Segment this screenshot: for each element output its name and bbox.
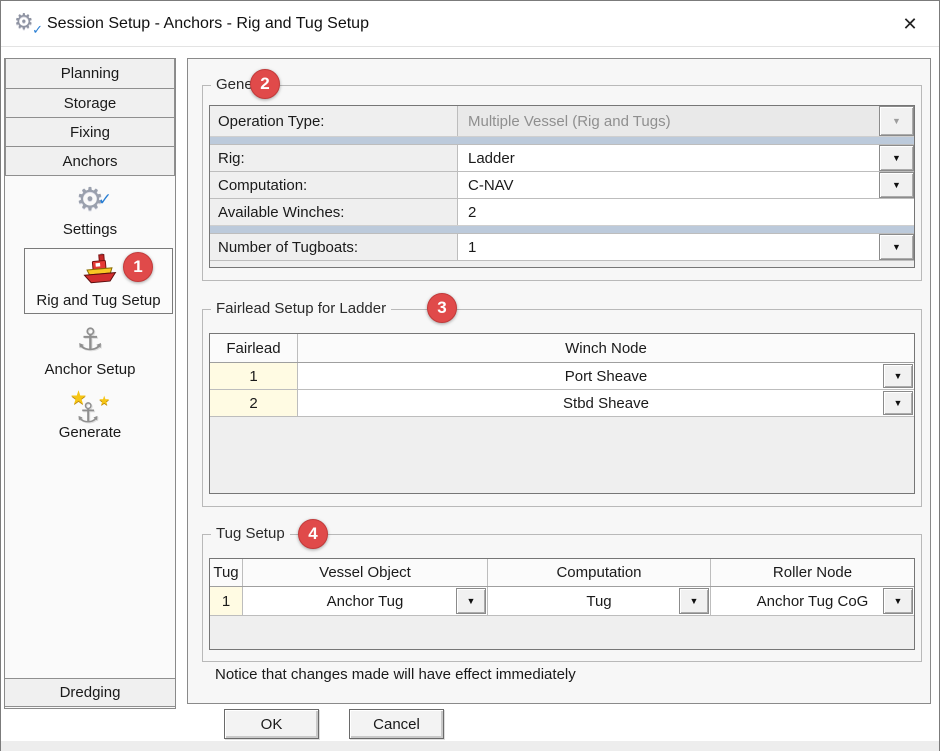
dialog-window: ⚙ ✓ Session Setup - Anchors - Rig and Tu… xyxy=(0,0,940,751)
ok-button[interactable]: OK xyxy=(224,709,319,739)
table-row: Rig: Ladder ▼ xyxy=(210,144,914,171)
chevron-down-icon: ▼ xyxy=(894,597,903,606)
table-footer-strip xyxy=(210,260,914,267)
check-icon: ✓ xyxy=(32,22,43,38)
operation-type-select: Multiple Vessel (Rig and Tugs) ▼ xyxy=(458,106,914,136)
operation-type-label: Operation Type: xyxy=(210,106,458,136)
tug-computation-select[interactable]: Tug ▼ xyxy=(488,587,711,615)
fairlead-number-cell: 1 xyxy=(210,363,298,389)
callout-badge-4: 4 xyxy=(298,519,328,549)
roller-node-select[interactable]: Anchor Tug CoG ▼ xyxy=(711,587,914,615)
sidebar-item-label: Settings xyxy=(5,221,175,238)
fairlead-number-cell: 2 xyxy=(210,390,298,416)
dropdown-button: ▼ xyxy=(879,106,914,136)
rig-label: Rig: xyxy=(210,145,458,171)
dropdown-button[interactable]: ▼ xyxy=(879,234,914,260)
table-row: Computation: C-NAV ▼ xyxy=(210,171,914,198)
fairlead-column-header: Fairlead xyxy=(210,334,298,362)
table-row: 2 Stbd Sheave ▼ xyxy=(210,390,914,417)
tug-table: Tug Vessel Object Computation Roller Nod… xyxy=(209,558,915,650)
chevron-down-icon: ▼ xyxy=(894,372,903,381)
dropdown-button[interactable]: ▼ xyxy=(456,588,486,614)
chevron-down-icon: ▼ xyxy=(467,597,476,606)
winch-node-select[interactable]: Port Sheave ▼ xyxy=(298,363,914,389)
fairlead-header-row: Fairlead Winch Node xyxy=(210,334,914,363)
chevron-down-icon: ▼ xyxy=(892,154,901,163)
chevron-down-icon: ▼ xyxy=(690,597,699,606)
number-of-tugboats-select[interactable]: 1 ▼ xyxy=(458,234,914,260)
callout-badge-1: 1 xyxy=(123,252,153,282)
table-row: Available Winches: 2 xyxy=(210,198,914,225)
fairlead-legend: Fairlead Setup for Ladder xyxy=(211,300,391,317)
app-gear-check-icon: ⚙ ✓ xyxy=(14,9,40,37)
sidebar-item-rig-and-tug-setup[interactable]: Rig and Tug Setup xyxy=(24,248,173,314)
notice-text: Notice that changes made will have effec… xyxy=(215,666,576,683)
vessel-object-select[interactable]: Anchor Tug ▼ xyxy=(243,587,488,615)
table-empty-area xyxy=(210,417,914,493)
generate-anchor-stars-icon: ⚓ ★ ★ xyxy=(68,384,112,424)
vessel-object-column-header: Vessel Object xyxy=(243,559,488,586)
chevron-down-icon: ▼ xyxy=(894,399,903,408)
callout-badge-2: 2 xyxy=(250,69,280,99)
number-of-tugboats-label: Number of Tugboats: xyxy=(210,234,458,260)
cancel-button[interactable]: Cancel xyxy=(349,709,444,739)
separator-row xyxy=(210,136,914,144)
sidebar-tab-fixing[interactable]: Fixing xyxy=(5,117,175,147)
dropdown-button[interactable]: ▼ xyxy=(883,391,913,415)
sidebar-item-anchor-setup[interactable]: ⚓ Anchor Setup xyxy=(5,321,175,378)
general-table: Operation Type: Multiple Vessel (Rig and… xyxy=(209,105,915,268)
tug-header-row: Tug Vessel Object Computation Roller Nod… xyxy=(210,559,914,587)
anchor-icon: ⚓ xyxy=(76,322,104,357)
sidebar-tab-dredging[interactable]: Dredging xyxy=(5,678,175,707)
table-row: 1 Anchor Tug ▼ Tug ▼ Anchor Tug CoG ▼ xyxy=(210,587,914,616)
dropdown-button[interactable]: ▼ xyxy=(883,588,913,614)
tug-setup-legend: Tug Setup xyxy=(211,525,290,542)
sidebar-item-label: Rig and Tug Setup xyxy=(25,292,172,309)
sidebar-tab-anchors[interactable]: Anchors xyxy=(5,146,175,176)
rig-select[interactable]: Ladder ▼ xyxy=(458,145,914,171)
window-title: Session Setup - Anchors - Rig and Tug Se… xyxy=(47,1,369,46)
tug-number-cell: 1 xyxy=(210,587,243,615)
fairlead-table: Fairlead Winch Node 1 Port Sheave ▼ 2 St… xyxy=(209,333,915,494)
sidebar-tabs: Planning Storage Fixing Anchors xyxy=(5,59,175,176)
separator-row xyxy=(210,225,914,233)
window-bottom-strip xyxy=(1,741,939,751)
sidebar-item-settings[interactable]: ⚙✓ Settings xyxy=(5,181,175,238)
available-winches-field[interactable]: 2 xyxy=(458,199,914,225)
sidebar-item-label: Anchor Setup xyxy=(5,361,175,378)
table-row: 1 Port Sheave ▼ xyxy=(210,363,914,390)
sidebar-tab-storage[interactable]: Storage xyxy=(5,88,175,118)
winch-node-select[interactable]: Stbd Sheave ▼ xyxy=(298,390,914,416)
dropdown-button[interactable]: ▼ xyxy=(883,364,913,388)
available-winches-label: Available Winches: xyxy=(210,199,458,225)
chevron-down-icon: ▼ xyxy=(892,181,901,190)
dropdown-button[interactable]: ▼ xyxy=(879,145,914,171)
close-button[interactable]: ✕ xyxy=(891,9,929,39)
gear-icon: ⚙ xyxy=(14,9,34,34)
table-row: Operation Type: Multiple Vessel (Rig and… xyxy=(210,106,914,136)
table-row: Number of Tugboats: 1 ▼ xyxy=(210,233,914,260)
computation-select[interactable]: C-NAV ▼ xyxy=(458,172,914,198)
tugboat-icon xyxy=(76,250,121,288)
roller-node-column-header: Roller Node xyxy=(711,559,914,586)
computation-label: Computation: xyxy=(210,172,458,198)
chevron-down-icon: ▼ xyxy=(892,117,901,126)
tug-column-header: Tug xyxy=(210,559,243,586)
table-empty-area xyxy=(210,616,914,649)
computation-column-header: Computation xyxy=(488,559,711,586)
sidebar: Planning Storage Fixing Anchors ⚙✓ Setti… xyxy=(4,58,176,709)
chevron-down-icon: ▼ xyxy=(892,243,901,252)
dropdown-button[interactable]: ▼ xyxy=(679,588,709,614)
main-panel: General Operation Type: Multiple Vessel … xyxy=(187,58,931,704)
winch-node-column-header: Winch Node xyxy=(298,334,914,362)
sidebar-tab-planning[interactable]: Planning xyxy=(5,59,175,89)
dropdown-button[interactable]: ▼ xyxy=(879,172,914,198)
settings-gear-icon: ⚙✓ xyxy=(72,181,108,217)
sidebar-item-generate[interactable]: ⚓ ★ ★ Generate xyxy=(5,384,175,441)
title-bar: ⚙ ✓ Session Setup - Anchors - Rig and Tu… xyxy=(1,1,939,47)
callout-badge-3: 3 xyxy=(427,293,457,323)
close-icon: ✕ xyxy=(902,14,917,35)
